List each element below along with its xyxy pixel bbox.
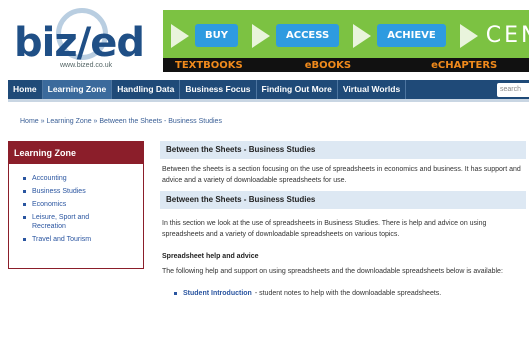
search-input[interactable]: search xyxy=(497,82,529,97)
banner-strip: TEXTBOOKS eBOOKS eCHAPTERS xyxy=(163,58,529,72)
strip-ebooks: eBOOKS xyxy=(304,59,352,71)
help-text: The following help and support on using … xyxy=(162,268,503,275)
main-nav: Home Learning Zone Handling Data Busines… xyxy=(8,80,529,102)
bullet-icon xyxy=(23,177,26,180)
arrow-icon xyxy=(459,23,478,48)
main-content: Between the Sheets - Business Studies Be… xyxy=(160,141,526,299)
section-heading: Between the Sheets - Business Studies xyxy=(160,191,526,209)
sidebar-item-travel[interactable]: Travel and Tourism xyxy=(23,235,143,244)
nav-item-finding-out-more[interactable]: Finding Out More xyxy=(257,80,338,99)
bullet-icon xyxy=(23,238,26,241)
nav-item-virtual-worlds[interactable]: Virtual Worlds xyxy=(338,80,407,99)
access-button[interactable]: ACCESS xyxy=(275,24,340,47)
student-introduction-link[interactable]: Student Introduction xyxy=(183,290,252,297)
bullet-icon xyxy=(23,216,26,219)
sidebar-item-accounting[interactable]: Accounting xyxy=(23,174,143,183)
sidebar-item-label: Travel and Tourism xyxy=(32,236,92,243)
bized-logo[interactable]: biz/ed www.bized.co.uk xyxy=(8,6,158,74)
logo-text: biz/ed xyxy=(14,20,145,66)
intro-text: Between the sheets is a section focusing… xyxy=(162,166,521,184)
nav-item-home[interactable]: Home xyxy=(8,80,43,99)
subheading-spreadsheet-help: Spreadsheet help and advice xyxy=(162,253,259,260)
nav-item-handling-data[interactable]: Handling Data xyxy=(112,80,181,99)
buy-button[interactable]: BUY xyxy=(195,24,238,47)
section-heading: Between the Sheets - Business Studies xyxy=(160,141,526,159)
nav-item-business-focus[interactable]: Business Focus xyxy=(180,80,257,99)
sidebar-learning-zone: Learning Zone Accounting Business Studie… xyxy=(8,141,144,269)
sidebar-item-economics[interactable]: Economics xyxy=(23,200,143,209)
sidebar-item-business-studies[interactable]: Business Studies xyxy=(23,187,143,196)
logo-subtext: www.bized.co.uk xyxy=(60,62,113,69)
arrow-icon xyxy=(171,23,189,48)
banner-brand: CENG xyxy=(485,23,529,48)
arrow-icon xyxy=(353,23,372,48)
nav-item-learning-zone[interactable]: Learning Zone xyxy=(42,80,113,99)
bullet-icon xyxy=(23,190,26,193)
sidebar-title: Learning Zone xyxy=(9,142,143,164)
sidebar-item-label: Business Studies xyxy=(32,188,86,195)
sidebar-item-label: Economics xyxy=(32,201,67,208)
sidebar-item-label: Accounting xyxy=(32,175,67,182)
breadcrumb[interactable]: Home » Learning Zone » Between the Sheet… xyxy=(20,118,222,125)
arrow-icon xyxy=(251,23,270,48)
list-item-text: - student notes to help with the downloa… xyxy=(254,290,442,297)
sidebar-item-label: Leisure, Sport and Recreation xyxy=(32,214,90,230)
strip-textbooks: TEXTBOOKS xyxy=(175,59,243,71)
list-item: Student Introduction - student notes to h… xyxy=(160,282,526,299)
strip-echapters: eCHAPTERS xyxy=(431,59,498,71)
bullet-icon xyxy=(174,292,177,295)
achieve-button[interactable]: ACHIEVE xyxy=(377,24,446,47)
cengage-banner[interactable]: BUY ACCESS ACHIEVE CENG TEXTBOOKS eBOOKS… xyxy=(163,10,529,72)
sidebar-item-leisure[interactable]: Leisure, Sport and Recreation xyxy=(23,213,93,231)
section-text: In this section we look at the use of sp… xyxy=(162,220,487,238)
bullet-icon xyxy=(23,203,26,206)
